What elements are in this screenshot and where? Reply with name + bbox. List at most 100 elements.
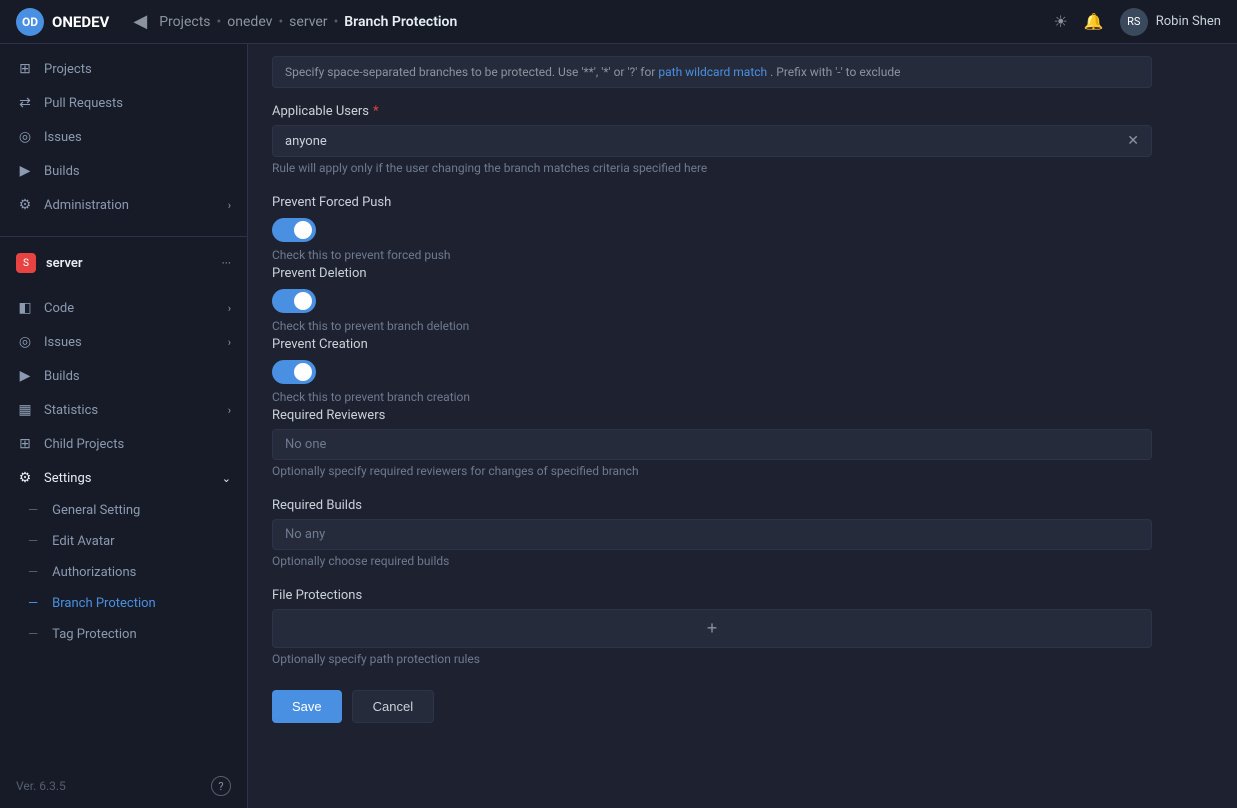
- sidebar-subitem-edit-avatar[interactable]: — Edit Avatar: [0, 526, 247, 557]
- sidebar-sublabel-tag-protection: Tag Protection: [52, 627, 137, 642]
- sidebar-item-statistics[interactable]: ▦ Statistics ›: [0, 393, 247, 427]
- hint-text-before: Specify space-separated branches to be p…: [285, 65, 655, 79]
- collapse-sidebar-button[interactable]: ◀: [133, 11, 147, 32]
- user-menu[interactable]: RS Robin Shen: [1120, 8, 1221, 36]
- sidebar-item-projects[interactable]: ⊞ Projects: [0, 52, 247, 86]
- sidebar-label-statistics: Statistics: [44, 403, 98, 418]
- sidebar-label-settings: Settings: [44, 471, 91, 486]
- version-area: Ver. 6.3.5 ?: [0, 764, 247, 808]
- wildcard-link[interactable]: path wildcard match: [658, 65, 767, 79]
- logo-icon: OD: [16, 8, 44, 36]
- breadcrumb-dot-3: •: [334, 14, 339, 30]
- action-buttons: Save Cancel: [272, 690, 1152, 723]
- project-actions-icon[interactable]: ···: [222, 256, 231, 270]
- prevent-deletion-section: Prevent Deletion Check this to prevent b…: [272, 266, 1152, 333]
- sidebar-subitem-general-setting[interactable]: — General Setting: [0, 495, 247, 526]
- prevent-forced-push-section: Prevent Forced Push Check this to preven…: [272, 195, 1152, 262]
- sidebar-subitem-tag-protection[interactable]: — Tag Protection: [0, 619, 247, 650]
- applicable-users-hint: Rule will apply only if the user changin…: [272, 161, 1152, 175]
- sidebar-item-child-projects[interactable]: ⊞ Child Projects: [0, 427, 247, 461]
- breadcrumb-server[interactable]: server: [289, 14, 327, 30]
- project-nav: ◧ Code › ◎ Issues › ▶ Builds ▦ Statistic…: [0, 283, 247, 658]
- theme-toggle-icon[interactable]: ☀: [1053, 12, 1067, 31]
- notifications-icon[interactable]: 🔔: [1084, 12, 1104, 31]
- issues-icon: ◎: [16, 129, 34, 145]
- version-text: Ver. 6.3.5: [16, 779, 66, 793]
- main-content: Specify space-separated branches to be p…: [248, 44, 1237, 808]
- applicable-users-clear-button[interactable]: ✕: [1127, 133, 1139, 149]
- prevent-creation-hint: Check this to prevent branch creation: [272, 390, 1152, 404]
- sidebar-label-pull-requests: Pull Requests: [44, 96, 123, 111]
- sidebar-item-project-issues[interactable]: ◎ Issues ›: [0, 325, 247, 359]
- required-reviewers-placeholder: No one: [285, 437, 326, 452]
- user-name: Robin Shen: [1156, 14, 1221, 29]
- required-reviewers-hint: Optionally specify required reviewers fo…: [272, 464, 1152, 478]
- required-builds-select[interactable]: No any: [272, 519, 1152, 550]
- sidebar-item-administration[interactable]: ⚙ Administration ›: [0, 188, 247, 222]
- prevent-deletion-toggle-wrapper: [272, 289, 1152, 313]
- sidebar-item-pull-requests[interactable]: ⇄ Pull Requests: [0, 86, 247, 120]
- prevent-deletion-label: Prevent Deletion: [272, 266, 1152, 281]
- add-file-protection-button[interactable]: +: [707, 618, 718, 639]
- required-reviewers-select[interactable]: No one: [272, 429, 1152, 460]
- sidebar-item-issues[interactable]: ◎ Issues: [0, 120, 247, 154]
- sidebar-subitem-authorizations[interactable]: — Authorizations: [0, 557, 247, 588]
- sidebar-divider-1: [0, 236, 247, 237]
- projects-icon: ⊞: [16, 61, 34, 77]
- file-protections-field: File Protections + Optionally specify pa…: [272, 588, 1152, 666]
- required-reviewers-label: Required Reviewers: [272, 408, 1152, 423]
- settings-arrow-icon: ⌄: [222, 472, 231, 485]
- app-name: ONEDEV: [52, 13, 109, 31]
- sidebar-item-code[interactable]: ◧ Code ›: [0, 291, 247, 325]
- prevent-creation-label: Prevent Creation: [272, 337, 1152, 352]
- app-logo[interactable]: OD ONEDEV: [16, 8, 109, 36]
- help-icon[interactable]: ?: [211, 776, 231, 796]
- branch-protection-form: Specify space-separated branches to be p…: [272, 44, 1152, 723]
- sidebar-subitem-branch-protection[interactable]: — Branch Protection: [0, 588, 247, 619]
- project-issues-arrow-icon: ›: [228, 336, 231, 349]
- breadcrumb: Projects • onedev • server • Branch Prot…: [159, 14, 1053, 30]
- project-builds-icon: ▶: [16, 368, 34, 384]
- sidebar-label-child-projects: Child Projects: [44, 437, 124, 452]
- sidebar-item-project-builds[interactable]: ▶ Builds: [0, 359, 247, 393]
- prevent-creation-toggle-wrapper: [272, 360, 1152, 384]
- prevent-forced-push-label: Prevent Forced Push: [272, 195, 1152, 210]
- cancel-button[interactable]: Cancel: [352, 690, 434, 723]
- dash-icon-2: —: [28, 534, 38, 549]
- sidebar-label-project-builds: Builds: [44, 369, 80, 384]
- applicable-users-label: Applicable Users *: [272, 104, 1152, 119]
- hint-text-after: . Prefix with '-' to exclude: [770, 65, 900, 79]
- sidebar-sublabel-branch-protection: Branch Protection: [52, 596, 156, 611]
- prevent-deletion-toggle[interactable]: [272, 289, 316, 313]
- save-button[interactable]: Save: [272, 690, 342, 723]
- prevent-forced-push-toggle[interactable]: [272, 218, 316, 242]
- global-nav: ⊞ Projects ⇄ Pull Requests ◎ Issues ▶ Bu…: [0, 44, 247, 230]
- breadcrumb-dot-2: •: [278, 14, 283, 30]
- project-header[interactable]: S server ···: [0, 243, 247, 283]
- sidebar-item-settings[interactable]: ⚙ Settings ⌄: [0, 461, 247, 495]
- settings-icon: ⚙: [16, 470, 34, 486]
- statistics-icon: ▦: [16, 402, 34, 418]
- sidebar-item-builds[interactable]: ▶ Builds: [0, 154, 247, 188]
- breadcrumb-current: Branch Protection: [344, 14, 457, 30]
- breadcrumb-projects[interactable]: Projects: [159, 14, 210, 30]
- avatar: RS: [1120, 8, 1148, 36]
- prevent-forced-push-hint: Check this to prevent forced push: [272, 248, 1152, 262]
- code-arrow-icon: ›: [228, 302, 231, 315]
- toggle-knob-3: [294, 363, 312, 381]
- pull-requests-icon: ⇄: [16, 95, 34, 111]
- breadcrumb-onedev[interactable]: onedev: [227, 14, 272, 30]
- applicable-users-field: Applicable Users * anyone ✕ Rule will ap…: [272, 104, 1152, 175]
- required-builds-hint: Optionally choose required builds: [272, 554, 1152, 568]
- required-builds-field: Required Builds No any Optionally choose…: [272, 498, 1152, 568]
- file-protections-label: File Protections: [272, 588, 1152, 603]
- sidebar: ⊞ Projects ⇄ Pull Requests ◎ Issues ▶ Bu…: [0, 44, 248, 808]
- admin-icon: ⚙: [16, 197, 34, 213]
- project-name: server: [46, 256, 212, 271]
- prevent-creation-toggle[interactable]: [272, 360, 316, 384]
- project-issues-icon: ◎: [16, 334, 34, 350]
- project-icon: S: [16, 253, 36, 273]
- topnav-right: ☀ 🔔 RS Robin Shen: [1053, 8, 1221, 36]
- applicable-users-input[interactable]: anyone ✕: [272, 125, 1152, 157]
- dash-icon-4: —: [28, 596, 38, 611]
